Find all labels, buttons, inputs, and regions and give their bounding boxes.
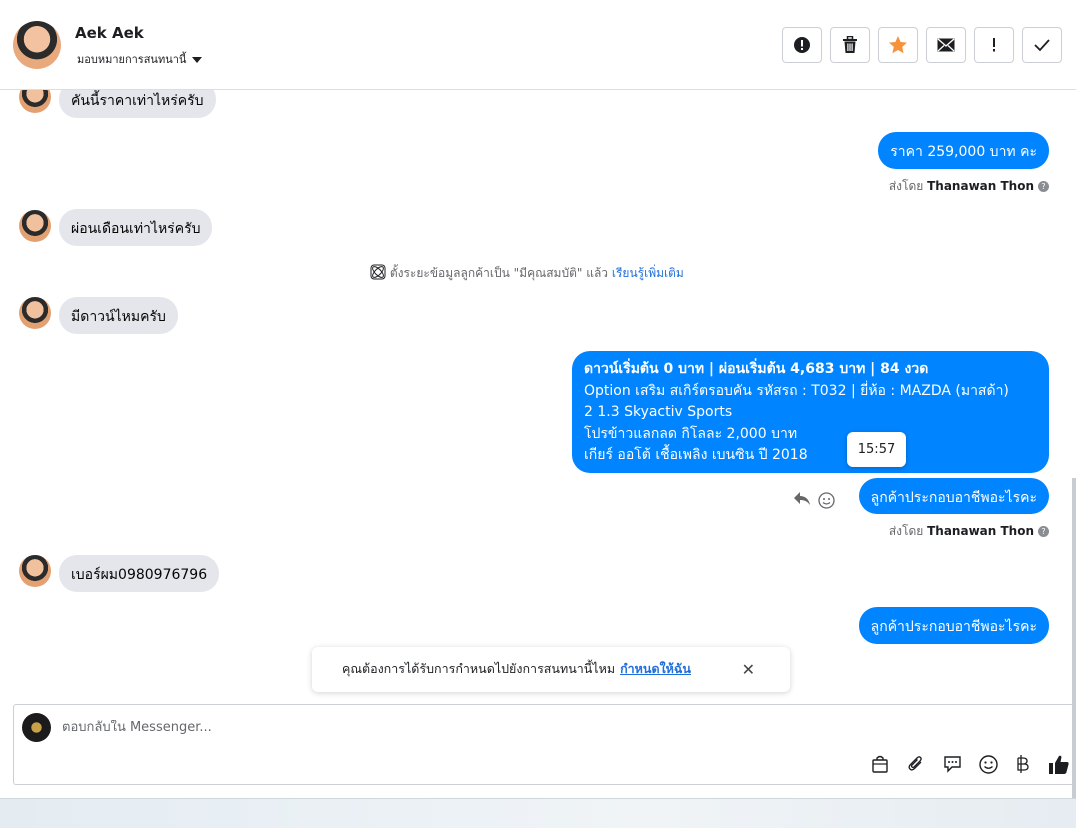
close-icon[interactable]: ✕ (742, 660, 755, 679)
message-line: โปรข้าวแลกลด กิโลละ 2,000 บาท (584, 425, 798, 442)
emoji-icon (978, 754, 998, 774)
message-incoming[interactable]: มีดาวน์ไหมครับ (59, 297, 178, 334)
exclamation-icon (993, 38, 995, 52)
message-line: Option เสริม สเกิร์ตรอบคัน รหัสรถ : T032… (584, 382, 1009, 399)
sent-by-prefix: ส่งโดย (888, 179, 924, 193)
avatar[interactable] (13, 21, 61, 69)
window-bottom-strip (0, 798, 1076, 828)
caret-down-icon (192, 57, 203, 63)
delete-button[interactable] (830, 27, 870, 63)
message-incoming[interactable]: ผ่อนเดือนเท่าไหร่ครับ (59, 209, 213, 246)
assign-label: มอบหมายการสนทนานี้ (77, 53, 187, 66)
mark-unread-button[interactable] (926, 27, 966, 63)
mark-spam-button[interactable] (782, 27, 822, 63)
star-button[interactable] (878, 27, 918, 63)
conversation-header: Aek Aek มอบหมายการสนทนานี้ (0, 0, 1076, 90)
assign-toast-text: คุณต้องการได้รับการกำหนดไปยังการสนทนานี้… (342, 661, 616, 676)
attach-button[interactable] (905, 753, 927, 775)
reply-input[interactable] (62, 720, 862, 735)
message-line: 2 1.3 Skyactiv Sports (584, 404, 733, 420)
chat-bubble-icon (943, 756, 961, 773)
check-icon (1034, 39, 1050, 52)
atom-icon (370, 264, 386, 280)
sent-by-label: ส่งโดย Thanawan Thon? (889, 522, 1049, 541)
reply-composer (13, 704, 1076, 785)
saved-replies-button[interactable] (869, 753, 891, 775)
message-incoming[interactable]: คันนี้ราคาเท่าไหร่ครับ (59, 90, 216, 118)
mail-icon (937, 38, 955, 52)
assign-to-me-link[interactable]: กำหนดให้ฉัน (620, 661, 691, 676)
system-notice: ตั้งระยะข้อมูลลูกค้าเป็น "มีคุณสมบัติ" แ… (370, 264, 684, 283)
thumbs-up-icon (1049, 755, 1069, 774)
message-outgoing[interactable]: ราคา 259,000 บาท คะ (878, 132, 1049, 169)
help-icon[interactable]: ? (1038, 181, 1049, 192)
contact-name[interactable]: Aek Aek (75, 24, 144, 42)
like-button[interactable] (1048, 753, 1070, 775)
alert-icon (794, 37, 810, 53)
assign-toast: คุณต้องการได้รับการกำหนดไปยังการสนทนานี้… (312, 647, 790, 692)
sent-by-label: ส่งโดย Thanawan Thon? (889, 177, 1049, 196)
message-outgoing[interactable]: ลูกค้าประกอบอาชีพอะไรคะ (858, 478, 1049, 514)
help-icon[interactable]: ? (1038, 526, 1049, 537)
reply-icon[interactable] (793, 491, 811, 507)
avatar (19, 90, 51, 113)
payment-button[interactable] (1012, 753, 1034, 775)
follow-up-button[interactable] (974, 27, 1014, 63)
emoji-react-icon[interactable] (818, 492, 835, 509)
baht-icon (1017, 755, 1029, 773)
paperclip-icon (908, 756, 922, 771)
timestamp-tooltip: 15:57 (847, 432, 906, 467)
trash-icon (843, 36, 857, 53)
sent-by-prefix: ส่งโดย (888, 524, 924, 538)
mark-done-button[interactable] (1022, 27, 1062, 63)
sender-name: Thanawan Thon (927, 524, 1034, 538)
sender-name: Thanawan Thon (927, 179, 1034, 193)
learn-more-link[interactable]: เรียนรู้เพิ่มเติม (612, 266, 684, 280)
assign-conversation-dropdown[interactable]: มอบหมายการสนทนานี้ (77, 50, 203, 68)
message-outgoing[interactable]: ลูกค้าประกอบอาชีพอะไรคะ (858, 607, 1049, 644)
emoji-button[interactable] (977, 753, 999, 775)
message-thread[interactable]: คันนี้ราคาเท่าไหร่ครับ ราคา 259,000 บาท … (0, 90, 1076, 702)
avatar (19, 210, 51, 242)
message-incoming[interactable]: เบอร์ผม0980976796 (59, 555, 220, 592)
bag-icon (872, 755, 888, 773)
page-avatar (22, 713, 51, 742)
message-outgoing-long[interactable]: ดาวน์เริ่มต้น 0 บาท | ผ่อนเริ่มต้น 4,683… (572, 351, 1049, 473)
system-notice-text: ตั้งระยะข้อมูลลูกค้าเป็น "มีคุณสมบัติ" แ… (389, 266, 609, 280)
message-line: ดาวน์เริ่มต้น 0 บาท | ผ่อนเริ่มต้น 4,683… (584, 361, 929, 377)
avatar (19, 297, 51, 329)
avatar (19, 555, 51, 587)
message-line: เกียร์ ออโต้ เชื้อเพลิง เบนซิน ปี 2018 (584, 447, 808, 463)
star-icon (889, 36, 907, 54)
scrollbar[interactable] (1072, 478, 1076, 808)
quick-reply-button[interactable] (941, 753, 963, 775)
